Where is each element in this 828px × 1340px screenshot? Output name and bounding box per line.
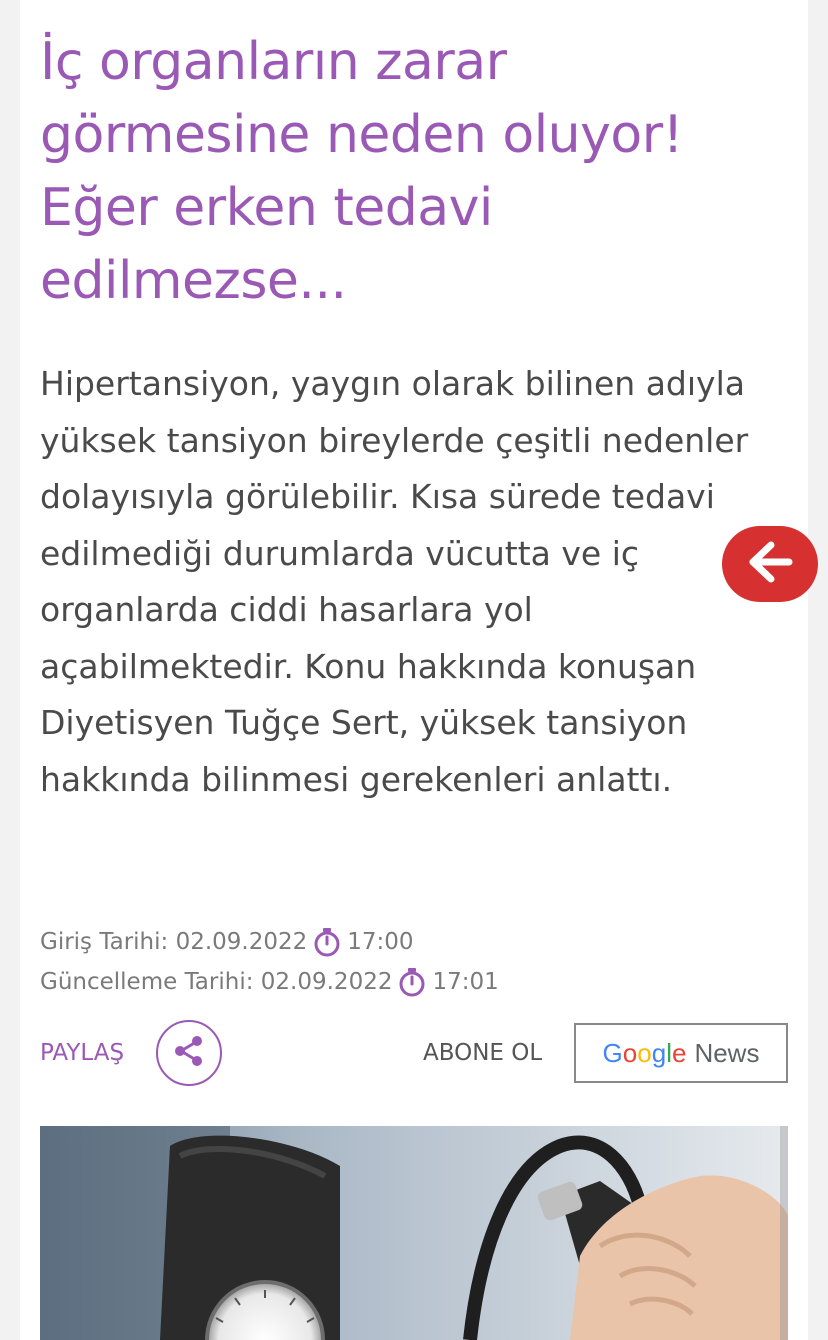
share-icon bbox=[172, 1034, 206, 1073]
google-letter: o bbox=[637, 1037, 652, 1068]
article-title: İç organların zarar görmesine neden oluy… bbox=[40, 32, 683, 311]
google-letter: g bbox=[651, 1037, 667, 1068]
article-hero-image bbox=[40, 1126, 788, 1340]
clock-icon bbox=[398, 967, 426, 997]
google-news-label: News bbox=[694, 1037, 760, 1068]
updated-row: Güncelleme Tarihi: 02.09.2022 17:01 bbox=[40, 967, 640, 997]
published-row: Giriş Tarihi: 02.09.2022 17:00 bbox=[40, 927, 640, 957]
share-button[interactable] bbox=[156, 1020, 222, 1086]
google-letter: e bbox=[671, 1037, 687, 1068]
google-logo: Google bbox=[603, 1038, 687, 1069]
clock-icon bbox=[313, 927, 341, 957]
updated-date: 02.09.2022 bbox=[260, 969, 393, 995]
published-time: 17:00 bbox=[347, 929, 414, 955]
back-button[interactable] bbox=[722, 526, 818, 602]
subscribe-label: ABONE OL bbox=[423, 1040, 543, 1066]
published-label: Giriş Tarihi: bbox=[40, 929, 169, 955]
google-letter: o bbox=[622, 1037, 638, 1068]
article-container: İç organların zarar görmesine neden oluy… bbox=[20, 0, 808, 1340]
arrow-left-icon bbox=[745, 540, 795, 589]
article-summary: Hipertansiyon, yaygın olarak bilinen adı… bbox=[40, 364, 749, 799]
updated-label: Güncelleme Tarihi: bbox=[40, 969, 254, 995]
updated-time: 17:01 bbox=[432, 969, 499, 995]
google-news-button[interactable]: Google News bbox=[574, 1023, 788, 1083]
share-label: PAYLAŞ bbox=[40, 1040, 125, 1066]
google-letter: G bbox=[602, 1037, 623, 1068]
published-date: 02.09.2022 bbox=[175, 929, 308, 955]
